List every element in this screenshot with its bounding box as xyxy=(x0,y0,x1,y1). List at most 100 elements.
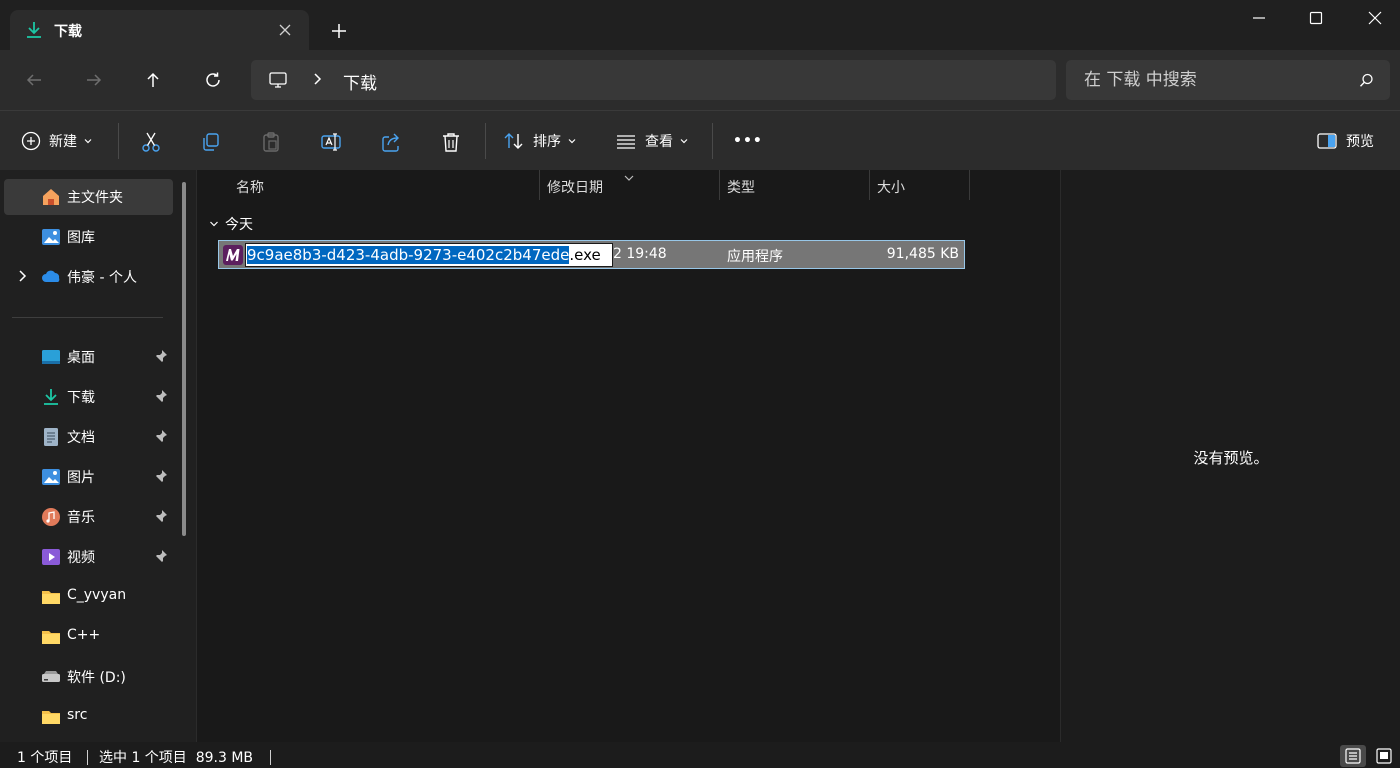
address-row: 下载 xyxy=(0,50,1400,110)
back-icon[interactable] xyxy=(14,60,54,100)
column-divider[interactable] xyxy=(969,170,970,200)
folder-icon xyxy=(41,707,61,727)
group-label: 今天 xyxy=(225,217,253,233)
search-box[interactable] xyxy=(1066,60,1390,100)
tab-downloads[interactable]: 下载 xyxy=(10,10,309,50)
chevron-right-icon[interactable] xyxy=(16,269,28,287)
no-preview-message: 没有预览。 xyxy=(1193,449,1269,467)
cut-icon[interactable] xyxy=(140,131,162,153)
file-row[interactable]: 9c9ae8b3-d423-4adb-9273-e402c2b47ede.exe… xyxy=(218,240,965,269)
sidebar-item-label: 图库 xyxy=(67,230,95,246)
status-item-count: 1 个项目 xyxy=(17,750,73,766)
column-divider[interactable] xyxy=(869,170,870,200)
rename-icon[interactable] xyxy=(320,131,342,153)
column-header-name[interactable]: 名称 xyxy=(236,170,264,200)
pin-icon[interactable] xyxy=(154,469,168,487)
add-circle-icon xyxy=(21,131,41,151)
view-icon xyxy=(617,135,635,149)
tab-title: 下载 xyxy=(54,24,82,40)
sidebar-item-onedrive[interactable]: 伟豪 - 个人 xyxy=(4,259,173,295)
file-modified: 2 19:48 xyxy=(613,246,667,262)
more-options-button[interactable]: ••• xyxy=(733,111,763,171)
column-header-modified[interactable]: 修改日期 xyxy=(547,170,603,200)
divider xyxy=(12,317,163,318)
divider xyxy=(485,123,486,159)
sidebar-item-label: 伟豪 - 个人 xyxy=(67,270,137,286)
breadcrumb-chevron-icon[interactable] xyxy=(311,72,323,90)
paste-icon[interactable] xyxy=(260,131,282,153)
divider xyxy=(118,123,119,159)
sidebar-item-documents[interactable]: 文档 xyxy=(4,419,173,455)
sort-button[interactable]: 排序 xyxy=(503,111,577,171)
chevron-down-icon xyxy=(568,139,576,144)
sidebar-item-label: 下载 xyxy=(67,390,95,406)
sidebar-item-downloads[interactable]: 下载 xyxy=(4,379,173,415)
navigation-pane: 主文件夹 图库 伟豪 - 个人 桌面 下载 文档 图片 音乐 视频 C_yvya… xyxy=(0,170,196,742)
pin-icon[interactable] xyxy=(154,509,168,527)
sidebar-item-videos[interactable]: 视频 xyxy=(4,539,173,575)
pin-icon[interactable] xyxy=(154,549,168,567)
chevron-down-icon xyxy=(209,217,219,233)
pin-icon[interactable] xyxy=(154,389,168,407)
sidebar-item-label: 文档 xyxy=(67,430,95,446)
divider xyxy=(712,123,713,159)
close-window-icon[interactable] xyxy=(1346,0,1400,36)
sidebar-item-label: 桌面 xyxy=(67,350,95,366)
document-icon xyxy=(41,427,61,447)
status-divider xyxy=(87,750,88,765)
search-icon[interactable] xyxy=(1359,73,1374,92)
preview-pane-button[interactable]: 预览 xyxy=(1316,111,1374,171)
sidebar-item-gallery[interactable]: 图库 xyxy=(4,219,173,255)
sidebar-item-desktop[interactable]: 桌面 xyxy=(4,339,173,375)
address-bar[interactable]: 下载 xyxy=(251,60,1056,100)
close-tab-icon[interactable] xyxy=(275,20,295,40)
command-bar: 新建 排序 查看 ••• 预览 xyxy=(0,110,1400,170)
new-tab-icon[interactable] xyxy=(328,20,350,42)
refresh-icon[interactable] xyxy=(193,60,233,100)
copy-icon[interactable] xyxy=(200,131,222,153)
column-divider[interactable] xyxy=(719,170,720,200)
column-header-size[interactable]: 大小 xyxy=(877,170,905,200)
preview-pane-label: 预览 xyxy=(1346,134,1374,150)
up-icon[interactable] xyxy=(133,60,173,100)
home-icon xyxy=(41,187,61,207)
sidebar-item-pictures[interactable]: 图片 xyxy=(4,459,173,495)
status-divider xyxy=(270,750,271,765)
sidebar-item-label: src xyxy=(67,707,88,723)
sidebar-item-music[interactable]: 音乐 xyxy=(4,499,173,535)
share-icon[interactable] xyxy=(380,131,402,153)
folder-icon xyxy=(41,587,61,607)
breadcrumb-downloads[interactable]: 下载 xyxy=(343,69,377,94)
maximize-icon[interactable] xyxy=(1287,0,1345,36)
view-button-label: 查看 xyxy=(645,134,673,150)
sidebar-scrollbar[interactable] xyxy=(182,182,186,536)
sidebar-item-src[interactable]: src xyxy=(4,699,173,735)
column-header-type[interactable]: 类型 xyxy=(727,170,755,200)
search-input[interactable] xyxy=(1066,60,1346,100)
sidebar-item-c-yvyan[interactable]: C_yvyan xyxy=(4,579,173,615)
this-pc-icon[interactable] xyxy=(268,70,288,94)
file-type: 应用程序 xyxy=(727,249,783,265)
sidebar-item-drive-d[interactable]: 软件 (D:) xyxy=(4,659,173,695)
forward-icon[interactable] xyxy=(74,60,114,100)
sidebar-item-label: C++ xyxy=(67,627,101,643)
pin-icon[interactable] xyxy=(154,429,168,447)
sort-icon xyxy=(504,133,523,149)
details-view-icon[interactable] xyxy=(1340,745,1366,767)
chevron-down-icon xyxy=(84,139,92,144)
minimize-icon[interactable] xyxy=(1230,0,1288,36)
delete-icon[interactable] xyxy=(440,131,462,153)
tiles-view-icon[interactable] xyxy=(1371,745,1397,767)
group-header-today[interactable]: 今天 xyxy=(209,214,253,234)
title-bar: 下载 xyxy=(0,0,1400,50)
sidebar-item-home[interactable]: 主文件夹 xyxy=(4,179,173,215)
new-button[interactable]: 新建 xyxy=(21,111,93,171)
rename-input[interactable]: 9c9ae8b3-d423-4adb-9273-e402c2b47ede.exe xyxy=(245,243,613,267)
more-icon: ••• xyxy=(733,133,763,149)
music-icon xyxy=(41,507,61,527)
view-button[interactable]: 查看 xyxy=(615,111,689,171)
sidebar-item-cpp[interactable]: C++ xyxy=(4,619,173,655)
column-divider[interactable] xyxy=(539,170,540,200)
sidebar-item-label: C_yvyan xyxy=(67,587,127,603)
pin-icon[interactable] xyxy=(154,349,168,367)
